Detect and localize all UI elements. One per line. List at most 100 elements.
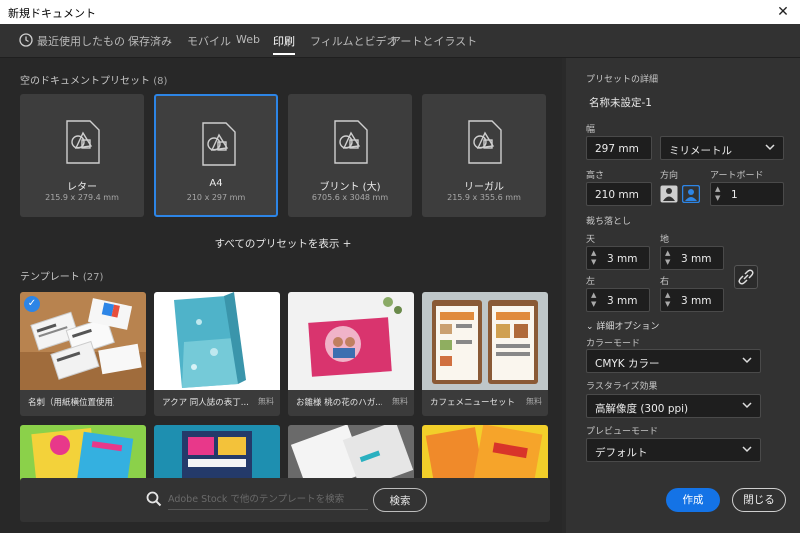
link-icon [738,269,754,285]
free-badge: 無料 [526,397,542,406]
template-business-card[interactable]: ✓ 名刺（用紙横位置使用） [20,292,146,416]
preset-letter[interactable]: レター 215.9 x 279.4 mm [20,94,144,217]
bleed-right-label: 右 [660,277,670,287]
chevron-down-icon [765,144,775,151]
template-thumbnail [422,292,548,390]
stock-search-bar: 検索 [20,478,550,522]
search-button[interactable]: 検索 [373,488,427,512]
preset-size: 6705.6 x 3048 mm [311,193,389,202]
chevron-down-icon [742,446,752,453]
preset-details-header: プリセットの詳細 [586,75,659,85]
selected-check-icon: ✓ [24,296,40,312]
template-thumbnail [154,292,280,390]
preset-size: 215.9 x 355.6 mm [447,193,521,202]
height-label: 高さ [586,171,605,181]
preset-a4[interactable]: A4 210 x 297 mm [154,94,278,217]
category-tabbar: 最近使用したもの 保存済み モバイル Web 印刷 フィルムとビデオ アートとイ… [0,24,800,58]
orientation-label: 方向 [660,171,679,181]
stepper-arrows-icon[interactable]: ▲ ▼ [715,185,723,203]
bleed-right-stepper[interactable]: ▲ ▼ 3 mm [660,288,724,312]
tab-web[interactable]: Web [236,33,260,55]
preset-size: 215.9 x 279.4 mm [45,193,119,202]
color-mode-dropdown[interactable]: CMYK カラー [586,349,761,373]
chevron-down-icon [742,402,752,409]
height-input[interactable]: 210 mm [586,182,652,206]
document-icon [66,120,100,164]
preset-name: ブリント (大) [319,182,381,193]
preset-name: A4 [209,178,223,189]
template-cafe-menu[interactable]: カフェメニューセット 無料 [422,292,548,416]
window-titlebar: 新規ドキュメント ✕ [0,0,800,24]
template-thumbnail: ✓ [20,292,146,390]
artboard-label: アートボード [710,171,764,181]
width-label: 幅 [586,125,596,135]
bleed-left-label: 左 [586,277,596,287]
unit-dropdown[interactable]: ミリメートル [660,136,784,160]
chevron-down-icon [742,357,752,364]
tab-print[interactable]: 印刷 [273,33,295,55]
presets-section-label: 空のドキュメントプリセット (8) [20,76,168,87]
artboard-count-stepper[interactable]: ▲ ▼ 1 [710,182,784,206]
search-icon [146,491,162,507]
template-gray-layout[interactable] [288,425,414,485]
raster-effects-dropdown[interactable]: 高解像度 (300 ppi) [586,394,761,418]
color-mode-label: カラーモード [586,339,641,349]
window-title: 新規ドキュメント [8,7,96,20]
document-icon [202,122,236,166]
template-thumbnail [20,425,146,485]
template-hinamatsuri-postcard[interactable]: お雛様 桃の花のハガ... 無料 [288,292,414,416]
tab-recent[interactable]: 最近使用したもの [37,33,125,55]
template-thumbnail [288,292,414,390]
close-button[interactable]: 閉じる [732,488,786,512]
stepper-arrows-icon[interactable]: ▲ ▼ [665,249,673,267]
tab-art-illustration[interactable]: アートとイラスト [390,33,477,55]
free-badge: 無料 [392,397,408,406]
raster-effects-label: ラスタライズ効果 [586,382,658,392]
preset-name: リーガル [464,182,504,193]
window-close-icon[interactable]: ✕ [772,1,794,23]
preview-mode-label: プレビューモード [586,427,659,437]
stock-search-input[interactable] [168,490,368,510]
template-flyer-colorful[interactable] [20,425,146,485]
tab-film-video[interactable]: フィルムとビデオ [310,33,398,55]
template-aqua-doujinshi[interactable]: アクア 同人誌の表丁... 無料 [154,292,280,416]
bleed-top-stepper[interactable]: ▲ ▼ 3 mm [586,246,650,270]
preset-legal[interactable]: リーガル 215.9 x 355.6 mm [422,94,546,217]
width-input[interactable]: 297 mm [586,136,652,160]
preview-mode-dropdown[interactable]: デフォルト [586,438,761,462]
tab-saved[interactable]: 保存済み [128,33,172,55]
portrait-orientation-icon[interactable] [660,185,678,203]
document-name-field[interactable]: 名称未設定-1 [589,95,652,110]
show-all-presets-link[interactable]: すべてのプリセットを表示 + [0,236,566,251]
bleed-bottom-label: 地 [660,235,670,245]
template-name: 名刺（用紙横位置使用） [28,398,114,408]
bleed-top-label: 天 [586,235,596,245]
clock-icon [19,33,33,47]
link-bleed-button[interactable] [734,265,758,289]
template-name: お雛様 桃の花のハガ... [296,398,382,408]
template-thumbnail [288,425,414,485]
template-name: アクア 同人誌の表丁... [162,398,248,408]
bleed-label: 裁ち落とし [586,217,632,227]
advanced-options-toggle[interactable]: ⌄ 詳細オプション [586,319,659,332]
template-sale-flyer[interactable] [422,425,548,485]
templates-section-label: テンプレート (27) [20,272,104,283]
preset-details-panel: プリセットの詳細 名称未設定-1 幅 297 mm ミリメートル 高さ 210 … [566,58,800,533]
chevron-down-icon: ⌄ [586,322,597,332]
stepper-arrows-icon[interactable]: ▲ ▼ [591,291,599,309]
free-badge: 無料 [258,397,274,406]
template-name: カフェメニューセット [430,398,516,408]
landscape-orientation-icon[interactable] [682,185,700,203]
template-thumbnail [154,425,280,485]
stepper-arrows-icon[interactable]: ▲ ▼ [591,249,599,267]
document-icon [468,120,502,164]
stepper-arrows-icon[interactable]: ▲ ▼ [665,291,673,309]
tab-mobile[interactable]: モバイル [187,33,231,55]
left-panel: 空のドキュメントプリセット (8) レター 215.9 x 279.4 mm A… [0,58,566,533]
bleed-left-stepper[interactable]: ▲ ▼ 3 mm [586,288,650,312]
preset-size: 210 x 297 mm [186,193,246,202]
bleed-bottom-stepper[interactable]: ▲ ▼ 3 mm [660,246,724,270]
create-button[interactable]: 作成 [666,488,720,512]
preset-print-large[interactable]: ブリント (大) 6705.6 x 3048 mm [288,94,412,217]
template-school-festival[interactable] [154,425,280,485]
